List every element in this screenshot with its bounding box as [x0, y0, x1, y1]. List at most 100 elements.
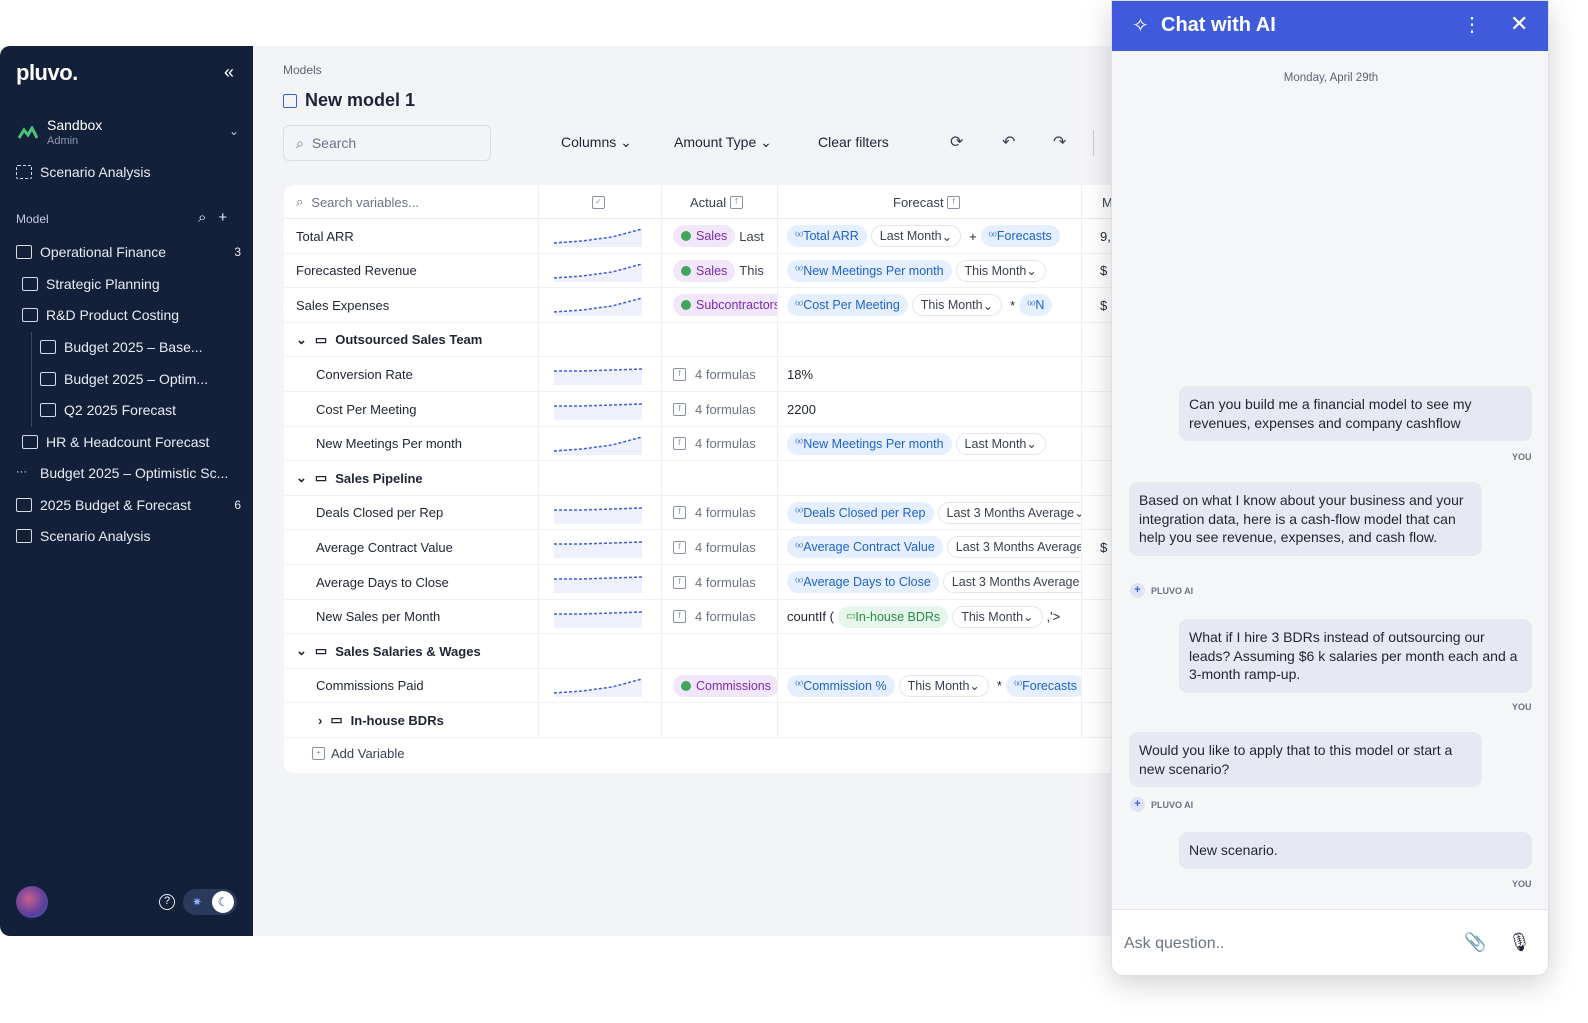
table-row[interactable]: Average Contract Value f 4 formulas ⁽ˣ⁾ Ave…	[284, 530, 1120, 565]
actual-chip[interactable]: Commissions	[673, 674, 777, 697]
variable-name[interactable]: Forecasted Revenue	[296, 254, 516, 288]
variable-name[interactable]: Commissions Paid	[316, 669, 536, 703]
chevron-right-icon[interactable]: ›	[318, 713, 322, 728]
actual-cell[interactable]: Sales Last	[673, 219, 777, 253]
variable-chip[interactable]: ▭ In-house BDRs	[837, 605, 949, 628]
group-row-label[interactable]: ⌄ ▭ Sales Pipeline	[296, 461, 696, 495]
actual-cell[interactable]: f 4 formulas	[673, 427, 777, 461]
close-icon[interactable]: ✕	[1510, 11, 1528, 37]
table-row[interactable]: Conversion Rate f 4 formulas 18%	[284, 357, 1120, 392]
table-row[interactable]: Cost Per Meeting f 4 formulas 2200	[284, 392, 1120, 427]
checkbox-icon[interactable]: ✓	[592, 185, 606, 219]
table-row[interactable]: ⌄ ▭ Sales Salaries & Wages	[284, 634, 1120, 669]
sidebar-item[interactable]: R&D Product Costing	[22, 302, 241, 328]
chat-input[interactable]: Ask question.. 📎 🎙	[1112, 909, 1548, 975]
add-icon[interactable]: +	[218, 209, 227, 226]
avatar[interactable]	[16, 886, 48, 918]
group-row-label[interactable]: ⌄ ▭ Outsourced Sales Team	[296, 323, 696, 357]
actual-chip[interactable]: Sales	[673, 259, 736, 282]
actual-cell[interactable]: Subcontractors	[673, 288, 777, 322]
sidebar-item[interactable]: Operational Finance 3	[16, 239, 241, 265]
actual-cell[interactable]: Sales This	[673, 254, 777, 288]
variable-chip[interactable]: ⁽ˣ⁾ Forecasts	[1005, 674, 1081, 697]
variable-chip[interactable]: ⁽ˣ⁾ Deals Closed per Rep	[787, 501, 934, 524]
actual-cell[interactable]: Commissions	[673, 669, 777, 703]
variable-name[interactable]: Conversion Rate	[316, 357, 536, 391]
forecast-cell[interactable]: 18%	[787, 357, 1081, 391]
amount-type-dropdown[interactable]: Amount Type ⌄	[674, 134, 772, 151]
help-icon[interactable]: ?	[159, 894, 175, 910]
table-row[interactable]: New Meetings Per month f 4 formulas ⁽ˣ⁾ New…	[284, 427, 1120, 462]
period-dropdown[interactable]: This Month ⌄	[911, 294, 1003, 317]
table-row[interactable]: Forecasted Revenue Sales This ⁽ˣ⁾ New Meeti…	[284, 254, 1120, 289]
table-row[interactable]: ⌄ ▭ Sales Pipeline	[284, 461, 1120, 496]
actual-cell[interactable]: f 4 formulas	[673, 496, 777, 530]
undo-icon[interactable]: ↶	[1002, 132, 1015, 152]
sidebar-item[interactable]: Budget 2025 – Base...	[40, 334, 241, 360]
forecast-cell[interactable]: ⁽ˣ⁾ Deals Closed per Rep Last 3 Months Av…	[787, 496, 1081, 530]
breadcrumb[interactable]: Models	[283, 63, 322, 77]
actual-cell[interactable]: f 4 formulas	[673, 600, 777, 634]
variable-chip[interactable]: ⁽ˣ⁾ Average Contract Value	[787, 536, 943, 559]
refresh-icon[interactable]: ⟳	[950, 132, 963, 152]
variable-name[interactable]: Sales Expenses	[296, 288, 516, 322]
forecast-cell[interactable]: ⁽ˣ⁾ Commission % This Month ⌄ * ⁽ˣ⁾ Forecas…	[787, 669, 1081, 703]
variable-name[interactable]: New Sales per Month	[316, 600, 536, 634]
variable-chip[interactable]: ⁽ˣ⁾ Cost Per Meeting	[787, 294, 908, 317]
table-row[interactable]: ⌄ ▭ Outsourced Sales Team	[284, 323, 1120, 358]
actual-chip[interactable]: Subcontractors	[673, 294, 777, 317]
period-dropdown[interactable]: This Month ⌄	[955, 259, 1046, 282]
variable-name[interactable]: Average Contract Value	[316, 530, 536, 564]
period-dropdown[interactable]: Last 3 Months Average ⌄	[942, 571, 1081, 593]
clear-filters-button[interactable]: Clear filters	[818, 134, 889, 150]
variable-name[interactable]: Deals Closed per Rep	[316, 496, 536, 530]
group-row-label[interactable]: › ▭ In-house BDRs	[318, 703, 718, 737]
period-dropdown[interactable]: Last 3 Months Average ⌄	[937, 501, 1081, 524]
more-options-icon[interactable]: ⋮	[1462, 12, 1482, 37]
sidebar-item[interactable]: Strategic Planning	[22, 271, 241, 297]
actual-cell[interactable]: f 4 formulas	[673, 530, 777, 564]
variable-name[interactable]: Total ARR	[296, 219, 516, 253]
table-row[interactable]: Sales Expenses Subcontractors ⁽ˣ⁾ Cost Per…	[284, 288, 1120, 323]
forecast-cell[interactable]: ⁽ˣ⁾ Average Contract Value Last 3 Months …	[787, 530, 1081, 564]
period-dropdown[interactable]: Last Month ⌄	[870, 225, 962, 247]
actual-cell[interactable]: f 4 formulas	[673, 392, 777, 426]
variable-chip[interactable]: ⁽ˣ⁾ New Meetings Per month	[787, 259, 952, 282]
add-variable-button[interactable]: + Add Variable	[312, 746, 404, 761]
variable-chip[interactable]: ⁽ˣ⁾ New Meetings Per month	[787, 432, 952, 455]
microphone-icon[interactable]: 🎙	[1508, 932, 1531, 953]
chevron-down-icon[interactable]: ⌄	[296, 332, 307, 348]
variable-chip[interactable]: ⁽ˣ⁾ N	[1019, 294, 1053, 317]
collapse-sidebar-icon[interactable]: «	[224, 62, 234, 83]
theme-toggle[interactable]: ✷ ☾	[183, 889, 237, 915]
sidebar-item[interactable]: Scenario Analysis	[16, 523, 241, 549]
forecast-cell[interactable]: ⁽ˣ⁾ Total ARR Last Month ⌄ + ⁽ˣ⁾ Forecasts	[787, 219, 1081, 253]
group-row-label[interactable]: ⌄ ▭ Sales Salaries & Wages	[296, 634, 696, 668]
sidebar-item[interactable]: 2025 Budget & Forecast 6	[16, 492, 241, 518]
table-row[interactable]: Deals Closed per Rep f 4 formulas ⁽ˣ⁾ Deals…	[284, 496, 1120, 531]
chevron-down-icon[interactable]: ⌄	[296, 470, 307, 486]
table-row[interactable]: › ▭ In-house BDRs	[284, 703, 1120, 738]
columns-dropdown[interactable]: Columns ⌄	[561, 134, 632, 151]
variable-name[interactable]: Average Days to Close	[316, 565, 536, 599]
chevron-down-icon[interactable]: ⌄	[296, 643, 307, 659]
forecast-cell[interactable]: ⁽ˣ⁾ Average Days to Close Last 3 Months A…	[787, 565, 1081, 599]
actual-cell[interactable]: f 4 formulas	[673, 357, 777, 391]
variable-chip[interactable]: ⁽ˣ⁾ Average Days to Close	[787, 571, 939, 593]
variable-chip[interactable]: ⁽ˣ⁾ Commission %	[787, 674, 895, 697]
forecast-cell[interactable]: ⁽ˣ⁾ New Meetings Per month Last Month ⌄	[787, 427, 1081, 461]
redo-icon[interactable]: ↷	[1053, 132, 1066, 152]
variable-name[interactable]: Cost Per Meeting	[316, 392, 536, 426]
attach-icon[interactable]: 📎	[1464, 932, 1486, 953]
table-row[interactable]: Average Days to Close f 4 formulas ⁽ˣ⁾ Aver…	[284, 565, 1120, 600]
table-row[interactable]: Total ARR Sales Last ⁽ˣ⁾ Total ARR Last Mont…	[284, 219, 1120, 254]
forecast-cell[interactable]: ⁽ˣ⁾ Cost Per Meeting This Month ⌄ * ⁽ˣ⁾ N	[787, 288, 1081, 322]
variable-search-input[interactable]: ⌕ Search variables...	[296, 185, 536, 219]
table-row[interactable]: Commissions Paid Commissions ⁽ˣ⁾ Commissio…	[284, 669, 1120, 704]
search-icon[interactable]: ⌕	[198, 209, 206, 226]
sidebar-item[interactable]: Q2 2025 Forecast	[40, 397, 241, 423]
period-dropdown[interactable]: This Month ⌄	[898, 674, 989, 697]
actual-header[interactable]: Actual f	[690, 185, 790, 219]
sidebar-item[interactable]: Budget 2025 – Optim...	[40, 366, 241, 392]
workspace-switcher[interactable]: Sandbox Admin ⌄	[16, 116, 241, 152]
